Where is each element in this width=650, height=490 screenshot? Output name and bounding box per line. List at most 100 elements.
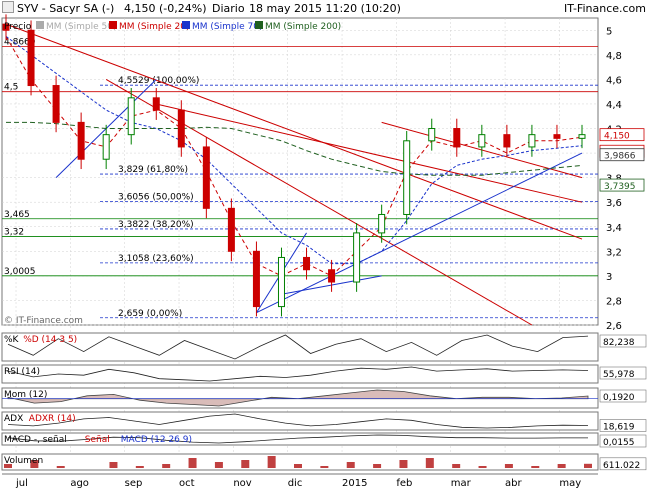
watermark: © IT-Finance.com — [4, 316, 83, 326]
candle-body — [202, 146, 210, 209]
price-tick-label: 4,8 — [606, 51, 622, 62]
legend-ma: MM (Simple 70) — [192, 22, 262, 32]
price-panel-frame — [1, 17, 599, 326]
volume-bar — [584, 463, 592, 468]
financial-chart[interactable]: 54,84,64,44,243,83,63,43,232,82,6julagos… — [0, 0, 650, 490]
candle-body — [252, 250, 260, 308]
volume-bar — [452, 464, 461, 468]
volume-bar — [504, 464, 513, 468]
candle-body — [528, 134, 536, 148]
price-tick-label: 4,4 — [606, 100, 622, 111]
candle-body — [102, 134, 110, 160]
candle-body — [303, 256, 311, 271]
adx-value-label: 18,619 — [603, 422, 635, 432]
horizontal-level-label: 3,32 — [4, 228, 24, 238]
rsi-legend: RSI (14) — [4, 367, 40, 377]
candle-body — [378, 213, 386, 234]
month-tick-label: 2015 — [342, 478, 367, 489]
month-tick-label: ago — [70, 478, 89, 489]
macd-legend: MACD (12 26 9) — [121, 435, 192, 445]
candle-body — [227, 207, 235, 252]
candle-body — [353, 232, 361, 283]
volume-bar — [109, 462, 118, 468]
price-tick-label: 5 — [606, 26, 612, 37]
legend-ma: MM (Simple 50) — [46, 22, 116, 32]
price-tag-label: 3,7395 — [604, 182, 636, 192]
adx-legend: ADXR (14) — [29, 414, 76, 424]
horizontal-level-label: 3,6056 (50,00%) — [118, 193, 194, 203]
volume-legend: Volumen — [4, 456, 43, 466]
candle-body — [52, 85, 60, 123]
momentum-value-label: 0,1920 — [603, 393, 635, 403]
legend-swatch — [109, 21, 117, 29]
candle-body — [127, 97, 135, 136]
volume-bar — [425, 458, 434, 468]
candle-body — [553, 134, 561, 139]
month-tick-label: mar — [451, 478, 472, 489]
candle-body — [453, 128, 461, 148]
volume-bar — [346, 462, 355, 468]
price-tick-label: 3 — [606, 272, 612, 283]
stochastic-value-label: 82,238 — [603, 338, 635, 348]
macd-legend: Señal — [85, 435, 110, 445]
volume-bar — [56, 466, 65, 468]
month-tick-label: feb — [396, 478, 412, 489]
momentum-legend: Mom (12) — [4, 390, 47, 400]
volume-bar — [531, 466, 540, 468]
month-tick-label: dic — [288, 478, 303, 489]
month-tick-label: jul — [15, 478, 28, 489]
legend-ma: MM (Simple 20) — [119, 22, 189, 32]
volume-bar — [214, 462, 223, 468]
month-tick-label: may — [559, 478, 581, 489]
price-tick-label: 3,2 — [606, 247, 622, 258]
volume-bar — [373, 464, 382, 468]
macd-legend: MACD -, señal — [4, 435, 67, 445]
volume-bar — [557, 464, 566, 468]
candle-body — [428, 128, 436, 142]
volume-bar — [162, 464, 171, 468]
legend-swatch — [182, 21, 190, 29]
legend-ma: MM (Simple 200) — [265, 22, 341, 32]
volume-bar — [320, 466, 329, 468]
volume-bar — [294, 464, 302, 468]
adx-legend: ADX — [4, 414, 23, 424]
price-tick-label: 2,6 — [606, 321, 622, 332]
horizontal-level-label: 3,3822 (38,20%) — [118, 220, 194, 230]
candle-body — [328, 269, 336, 283]
price-tick-label: 3,6 — [606, 198, 622, 209]
candle-body — [478, 134, 486, 148]
volume-bar — [241, 460, 250, 468]
stochastic-legend: %D (14 3 5) — [23, 335, 77, 345]
horizontal-level-label: 3,829 (61,80%) — [118, 165, 188, 175]
candle-body — [277, 256, 285, 308]
price-tick-label: 2,8 — [606, 296, 622, 307]
price-tag-label: 4,150 — [604, 132, 630, 142]
rsi-value-label: 55,978 — [603, 370, 635, 380]
month-tick-label: nov — [233, 478, 251, 489]
volume-bar — [478, 466, 487, 468]
candle-body — [77, 121, 85, 160]
candle-body — [578, 134, 586, 139]
price-tick-label: 4,6 — [606, 75, 622, 86]
stochastic-legend: %K — [4, 335, 20, 345]
macd-value-label: 0,0155 — [603, 438, 635, 448]
volume-value-label: 611.022 — [603, 461, 640, 471]
horizontal-level-label: 4,5 — [4, 83, 18, 93]
horizontal-level-label: 3,0005 — [4, 267, 36, 277]
horizontal-level-label: 3,1058 (23,60%) — [118, 254, 194, 264]
price-tag-label: 3,9866 — [604, 152, 636, 162]
legend-swatch — [36, 21, 44, 29]
candle-body — [177, 109, 185, 148]
legend-price: Precio — [4, 22, 32, 32]
candle-body — [503, 134, 511, 148]
volume-bar — [267, 456, 276, 468]
price-tick-label: 3,4 — [606, 223, 622, 234]
month-tick-label: abr — [505, 478, 522, 489]
volume-bar — [188, 458, 197, 468]
month-tick-label: sep — [125, 478, 143, 489]
candle-body — [403, 140, 411, 215]
rsi-panel-frame — [1, 364, 599, 384]
volume-bar — [399, 460, 408, 468]
legend-swatch — [255, 21, 263, 29]
horizontal-level-label: 3,465 — [4, 210, 30, 220]
